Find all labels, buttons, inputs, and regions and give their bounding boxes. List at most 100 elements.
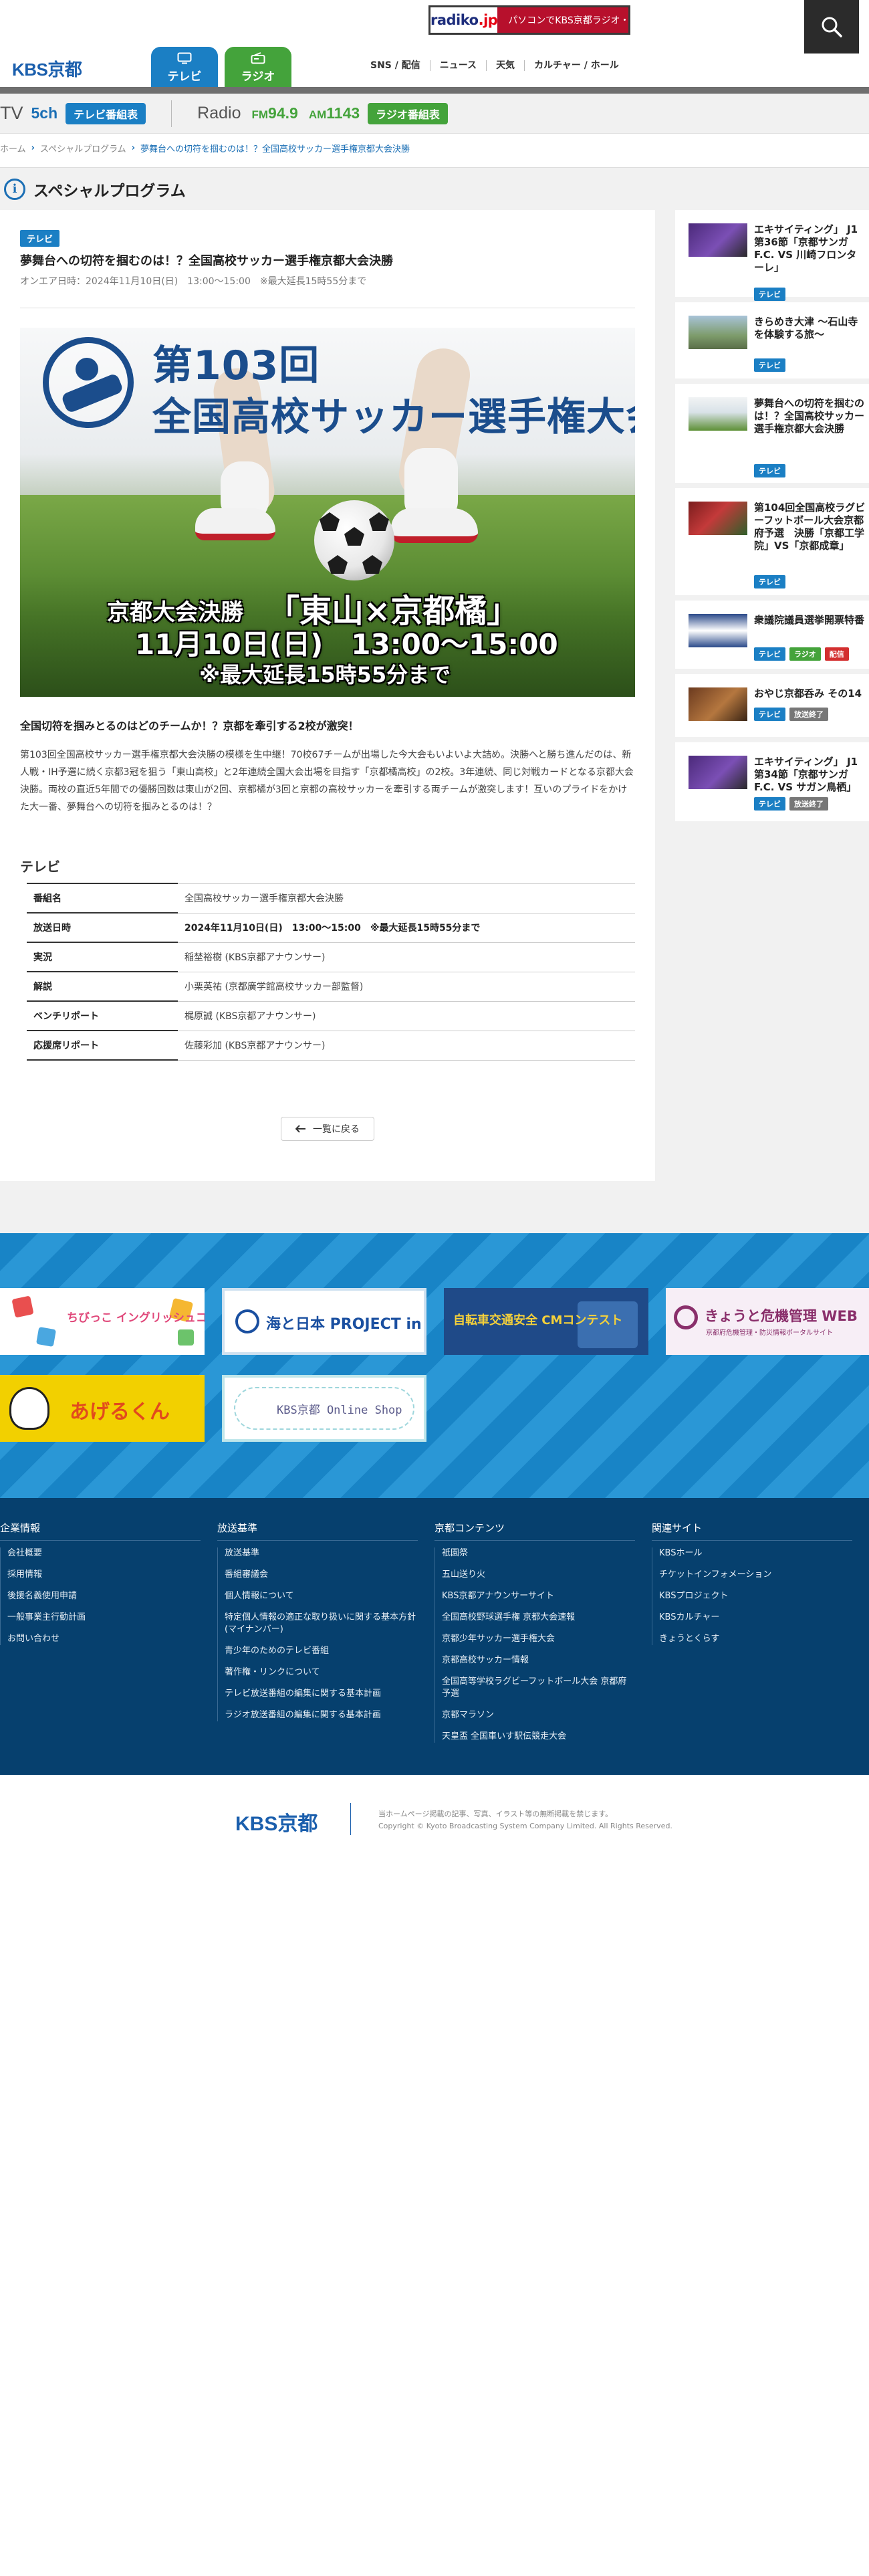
- crisis-management-banner[interactable]: きょうと危機管理 WEB 京都府危機管理・防災情報ポータルサイト: [666, 1288, 869, 1355]
- bicycle-safety-banner[interactable]: 自転車交通安全 CMコンテスト: [444, 1288, 648, 1355]
- footer-link[interactable]: KBSホール: [659, 1547, 852, 1560]
- side-program-item[interactable]: 夢舞台への切符を掴むのは！？全国高校サッカー選手権京都大会決勝 テレビ: [675, 384, 869, 483]
- side-program-tags: テレビ 放送終了: [754, 708, 828, 721]
- side-program-title: エキサイティング」 J1第34節「京都サンガF.C. VS サガン鳥栖」: [754, 756, 858, 793]
- side-program-item[interactable]: エキサイティング」 J1第34節「京都サンガF.C. VS サガン鳥栖」 テレビ…: [675, 742, 869, 821]
- footer-link[interactable]: 特定個人情報の適正な取り扱いに関する基本方針(マイナンバー): [225, 1612, 418, 1636]
- footer-col-title: 京都コンテンツ: [434, 1521, 635, 1541]
- table-row: 応援席リポート 佐藤彩加 (KBS京都アナウンサー): [27, 1030, 635, 1061]
- footer-link[interactable]: 京都高校サッカー情報: [442, 1654, 635, 1667]
- side-program-item[interactable]: 衆議院議員選挙開票特番 テレビ ラジオ 配信: [675, 601, 869, 669]
- english-contest-banner[interactable]: ちびっこ イングリッシュコンテスト: [0, 1288, 205, 1355]
- footer-link[interactable]: KBS京都アナウンサーサイト: [442, 1590, 635, 1602]
- nav-link-weather[interactable]: 天気: [487, 60, 525, 71]
- online-shop-banner[interactable]: KBS京都 Online Shop: [222, 1375, 426, 1442]
- player-shoe: [195, 508, 275, 540]
- kbs-kyoto-logo[interactable]: KBS京都: [12, 56, 82, 81]
- breadcrumb-home[interactable]: ホーム: [0, 142, 26, 154]
- section-title-tv: テレビ: [20, 859, 60, 875]
- footer-link[interactable]: KBSプロジェクト: [659, 1590, 852, 1602]
- hero-extension: ※最大延長15時55分まで: [199, 662, 451, 687]
- fm-frequency: FM94.9: [251, 104, 298, 122]
- footer-link[interactable]: 一般事業主行動計画: [7, 1612, 201, 1624]
- side-program-item[interactable]: おやじ京都呑み その14 テレビ 放送終了: [675, 674, 869, 737]
- footer-link[interactable]: 番組審議会: [225, 1569, 418, 1581]
- tab-tv[interactable]: テレビ: [151, 47, 218, 88]
- agerukun-text: あげるくん: [70, 1400, 170, 1424]
- footer-link[interactable]: 天皇盃 全国車いす駅伝競走大会: [442, 1731, 635, 1743]
- side-program-thumbnail: [689, 502, 747, 535]
- side-program-item[interactable]: エキサイティング」 J1第36節「京都サンガF.C. VS 川崎フロンターレ」 …: [675, 210, 869, 301]
- side-program-title: 夢舞台への切符を掴むのは！？全国高校サッカー選手権京都大会決勝: [754, 397, 865, 435]
- footer-link[interactable]: 全国高等学校ラグビーフットボール大会 京都府予選: [442, 1676, 635, 1700]
- tab-radio-label: ラジオ: [241, 70, 275, 84]
- program-tag-tv: テレビ: [20, 230, 60, 247]
- nav-link-news[interactable]: ニュース: [430, 60, 487, 71]
- side-program-item[interactable]: きらめき大津 〜石山寺を体験する旅〜 テレビ: [675, 302, 869, 379]
- nav-link-sns[interactable]: SNS / 配信: [361, 60, 430, 71]
- side-program-thumbnail: [689, 687, 747, 721]
- program-hero-image: 第103回 全国高校サッカー選手権大会 京都大会決勝 「東山×京都橘」 11月1…: [20, 328, 635, 697]
- table-row: 番組名 全国高校サッカー選手権京都大会決勝: [27, 883, 635, 914]
- tv-icon: [177, 52, 192, 64]
- side-program-tags: テレビ: [754, 288, 785, 301]
- footer-link[interactable]: 放送基準: [225, 1547, 418, 1560]
- hero-edition: 第103回: [152, 342, 320, 389]
- nav-divider: [0, 87, 869, 94]
- footer-link[interactable]: 京都少年サッカー選手権大会: [442, 1633, 635, 1645]
- side-program-tags: テレビ ラジオ 配信: [754, 647, 849, 661]
- footer-col-kyoto-contents: 京都コンテンツ 祇園祭 五山送り火 KBS京都アナウンサーサイト 全国高校野球選…: [434, 1521, 635, 1752]
- footer-link[interactable]: 個人情報について: [225, 1590, 418, 1602]
- footer-link[interactable]: 祇園祭: [442, 1547, 635, 1560]
- arrow-left-icon: [295, 1125, 305, 1133]
- tab-radio[interactable]: ラジオ: [225, 47, 291, 88]
- footer-link[interactable]: 後援名義使用申請: [7, 1590, 201, 1602]
- back-to-list-button[interactable]: 一覧に戻る: [281, 1117, 374, 1141]
- footer-link[interactable]: きょうとくらす: [659, 1633, 852, 1645]
- footer-link[interactable]: テレビ放送番組の編集に関する基本計画: [225, 1688, 418, 1700]
- footer-link[interactable]: ラジオ放送番組の編集に関する基本計画: [225, 1709, 418, 1721]
- radio-label: Radio: [197, 104, 241, 122]
- radiko-text: パソコンでKBS京都ラジオ・・・: [508, 15, 648, 26]
- footer-logo[interactable]: KBS京都: [235, 1807, 318, 1836]
- program-title: 夢舞台への切符を掴むのは！？全国高校サッカー選手権京都大会決勝: [20, 254, 393, 268]
- nav-link-culture[interactable]: カルチャー / ホール: [525, 60, 628, 71]
- radiko-banner[interactable]: radiko .jp パソコンでKBS京都ラジオ・・・: [428, 5, 648, 35]
- footer-col-related: 関連サイト KBSホール チケットインフォメーション KBSプロジェクト KBS…: [652, 1521, 852, 1654]
- radiko-logo: radiko .jp: [430, 7, 498, 33]
- footer-col-title: 放送基準: [217, 1521, 418, 1541]
- side-program-title: エキサイティング」 J1第36節「京都サンガF.C. VS 川崎フロンターレ」: [754, 223, 858, 274]
- hero-datetime: 11月10日(日) 13:00〜15:00: [135, 628, 558, 661]
- onair-datetime: オンエア日時：2024年11月10日(日) 13:00〜15:00 ※最大延長1…: [20, 276, 367, 287]
- tv-channel: 5ch: [31, 104, 58, 122]
- footer-link[interactable]: 五山送り火: [442, 1569, 635, 1581]
- page-title: スペシャルプログラム: [33, 182, 186, 200]
- umi-to-nippon-banner[interactable]: 海と日本 PROJECT in 京都: [222, 1288, 426, 1355]
- radio-schedule-button[interactable]: ラジオ番組表: [368, 102, 448, 124]
- footer-link[interactable]: KBSカルチャー: [659, 1612, 852, 1624]
- side-program-tags: テレビ: [754, 358, 785, 372]
- online-shop-text: KBS京都 Online Shop: [277, 1404, 402, 1417]
- breadcrumb-special[interactable]: スペシャルプログラム: [40, 142, 126, 154]
- tab-tv-label: テレビ: [167, 70, 202, 84]
- tv-schedule-button[interactable]: テレビ番組表: [66, 102, 146, 124]
- footer-link[interactable]: チケットインフォメーション: [659, 1569, 852, 1581]
- bicycle-safety-text: 自転車交通安全 CMコンテスト: [453, 1313, 623, 1327]
- footer-link[interactable]: 全国高校野球選手権 京都大会速報: [442, 1612, 635, 1624]
- footer-link[interactable]: 著作権・リンクについて: [225, 1667, 418, 1679]
- footer-link[interactable]: お問い合わせ: [7, 1633, 201, 1645]
- radio-icon: [251, 51, 265, 64]
- side-program-tags: テレビ 放送終了: [754, 797, 828, 811]
- agerukun-banner[interactable]: あげるくん: [0, 1375, 205, 1442]
- side-program-title: おやじ京都呑み その14: [754, 687, 862, 700]
- search-button[interactable]: [804, 0, 859, 53]
- footer-link[interactable]: 青少年のためのテレビ番組: [225, 1645, 418, 1657]
- footer-col-company: 企業情報 会社概要 採用情報 後援名義使用申請 一般事業主行動計画 お問い合わせ: [0, 1521, 201, 1654]
- umi-logo-icon: [235, 1309, 259, 1333]
- footer-link[interactable]: 採用情報: [7, 1569, 201, 1581]
- table-row: 実況 稲埜裕樹 (KBS京都アナウンサー): [27, 942, 635, 972]
- side-program-item[interactable]: 第104回全国高校ラグビーフットボール大会京都府予選 決勝「京都工学院」VS「京…: [675, 488, 869, 595]
- footer-link[interactable]: 会社概要: [7, 1547, 201, 1560]
- footer-link[interactable]: 京都マラソン: [442, 1709, 635, 1721]
- crisis-logo-icon: [674, 1305, 698, 1329]
